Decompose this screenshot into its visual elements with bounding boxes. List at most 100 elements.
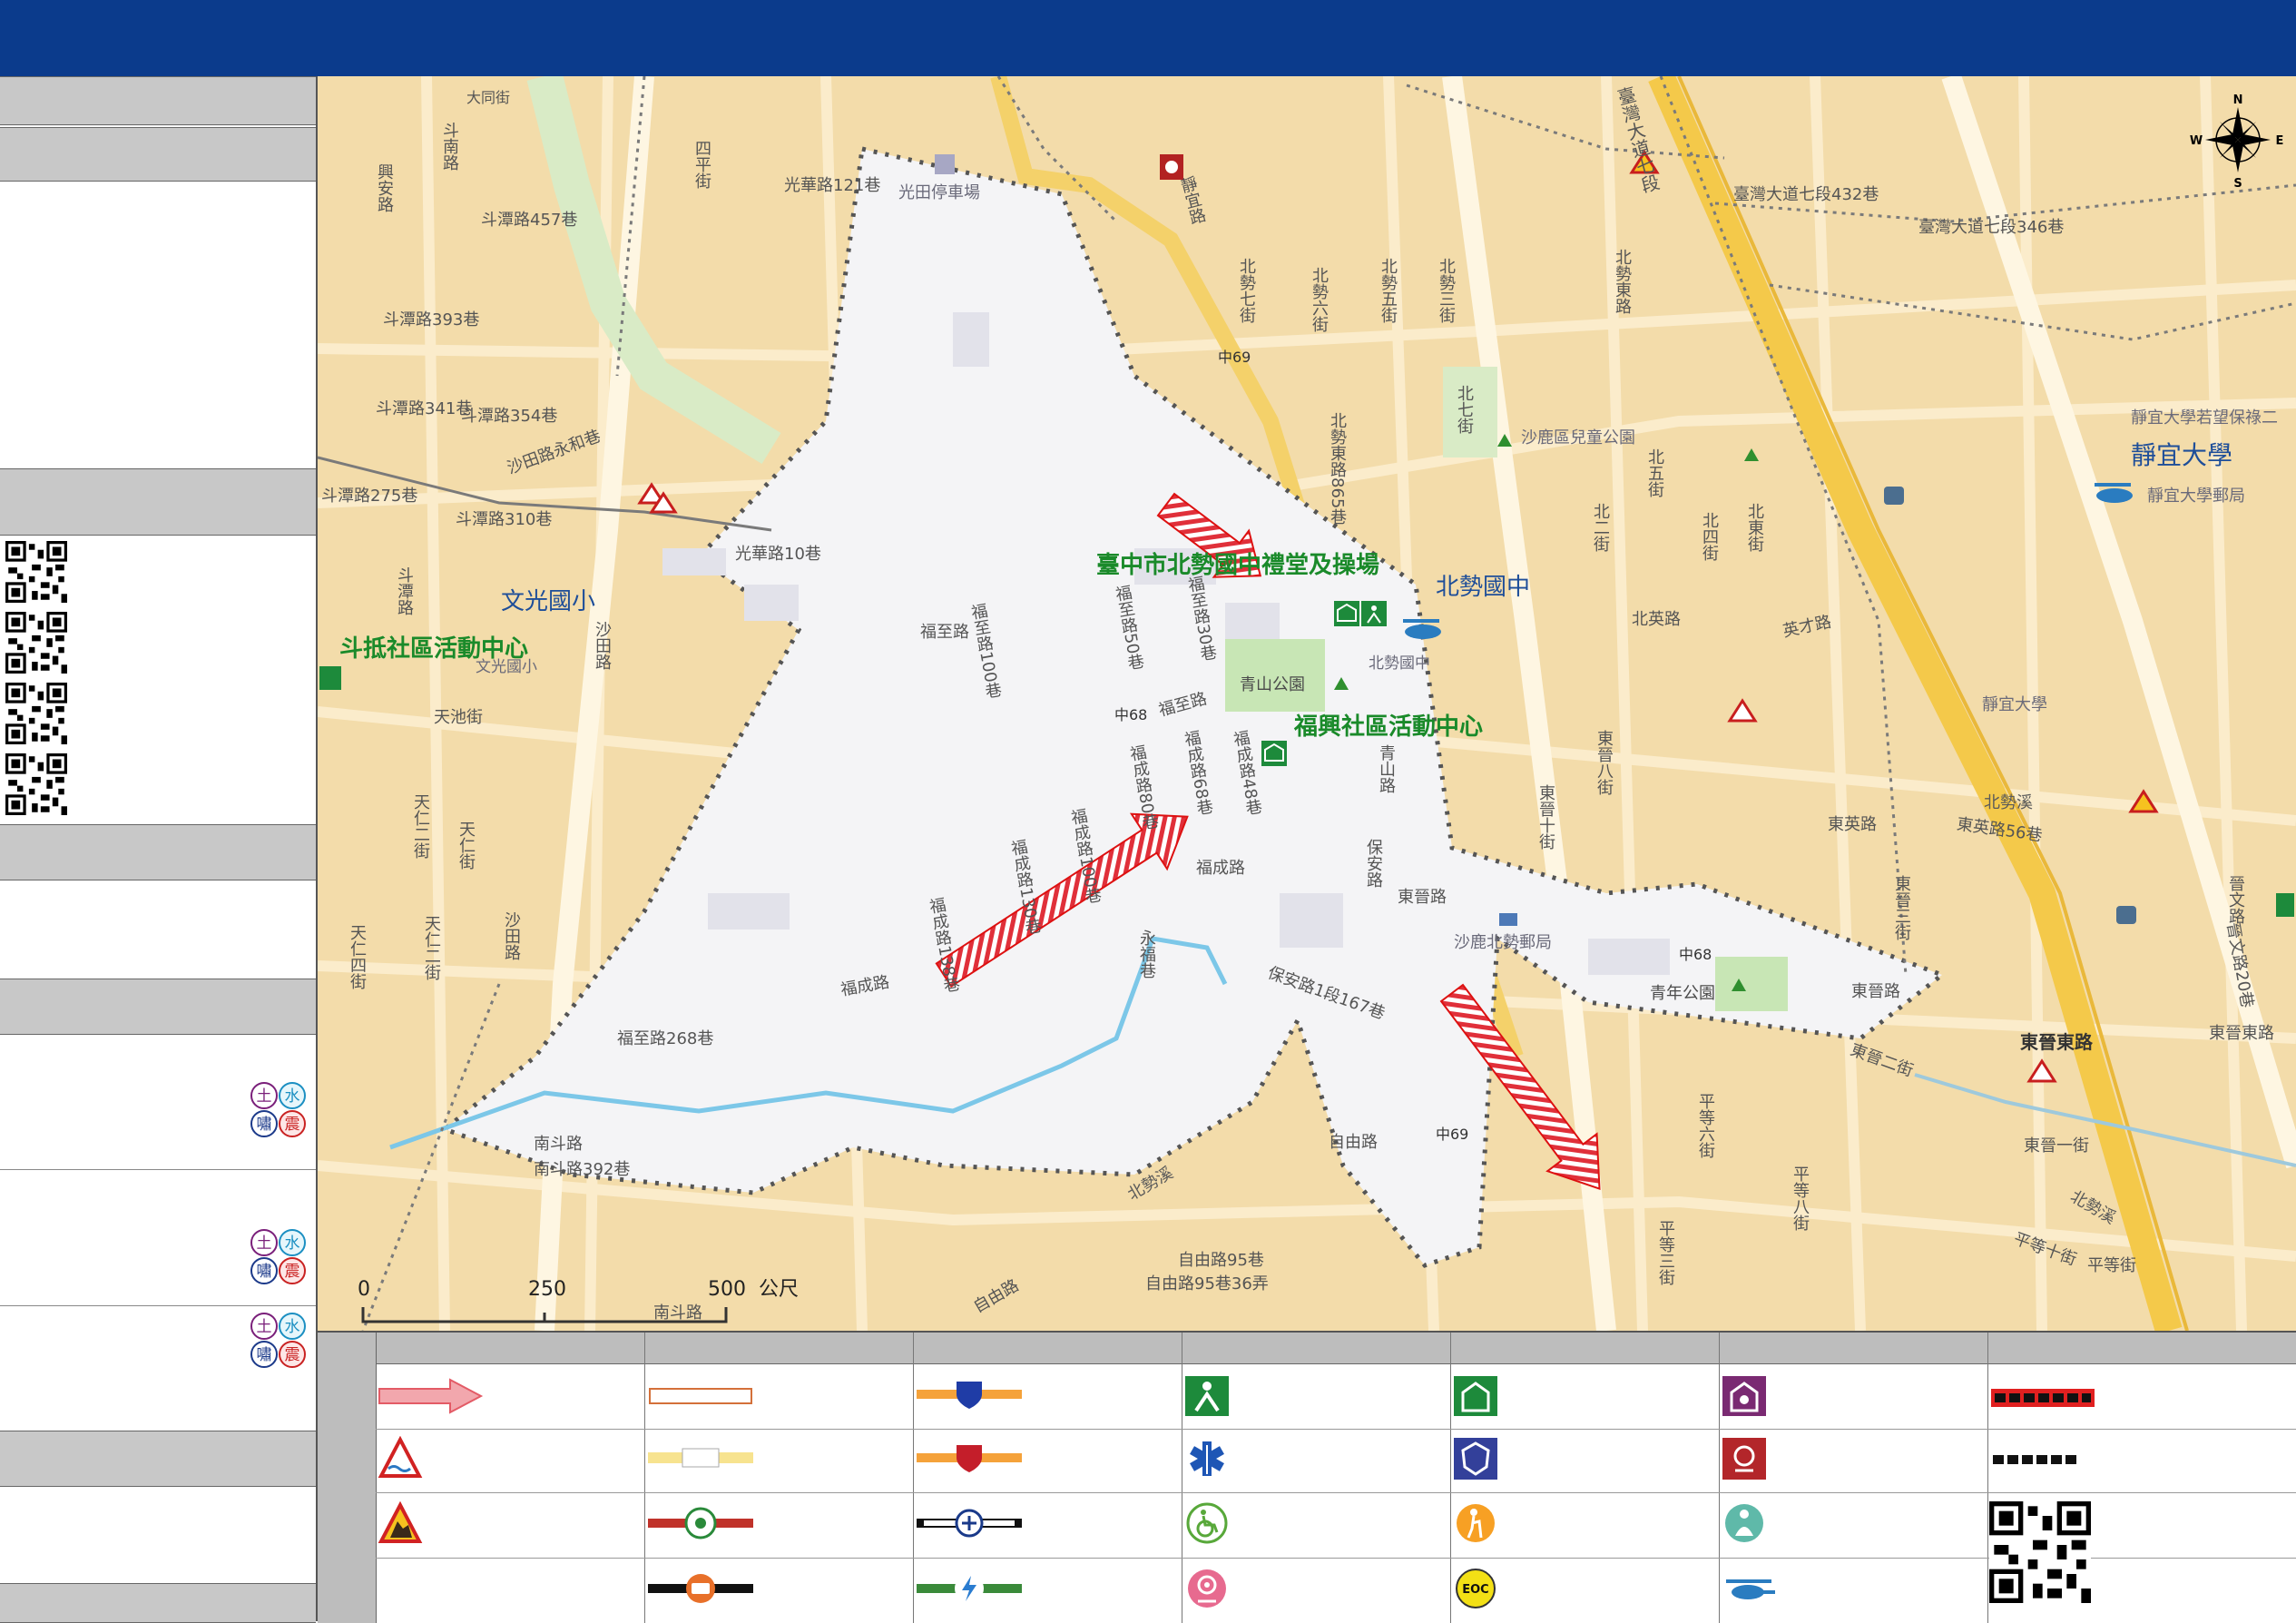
- university-small-label: 靜宜大學: [1982, 695, 2047, 714]
- road-label: 沙田路: [502, 911, 521, 960]
- park-qingnian-label: 青年公園: [1650, 984, 1715, 1003]
- road-label: 中68: [1679, 946, 1712, 963]
- sidebar-section-header: [0, 1431, 316, 1487]
- police-badge-icon: [1454, 1438, 1497, 1480]
- road-label: 東晉一街: [2024, 1136, 2089, 1156]
- hazard-badge-b: 水: [285, 1318, 300, 1336]
- legend-row-divider: [376, 1429, 2296, 1430]
- road-label: 北勢三街: [1437, 258, 1456, 323]
- road-label: 斗潭路457巷: [481, 211, 578, 230]
- hazard-badge-d: 震: [285, 1346, 300, 1364]
- route-badge: [1884, 487, 1904, 505]
- hazard-badge-b: 水: [285, 1087, 300, 1106]
- road-label: 平等街: [2087, 1256, 2136, 1275]
- sidebar-divider: [0, 1305, 316, 1306]
- hazard-badge-b: 水: [285, 1234, 300, 1253]
- eoc-text: EOC: [1462, 1583, 1488, 1597]
- shelter-building-icon: [1454, 1376, 1497, 1416]
- stream-beishi2-label: 北勢溪: [1984, 793, 2033, 812]
- legend-row-divider: [376, 1492, 2296, 1493]
- road-label: 平等三街: [1656, 1220, 1675, 1285]
- sidebar-section-header: [0, 979, 316, 1035]
- sidebar-section-header: [0, 1583, 316, 1623]
- road-label: 福至路: [920, 623, 969, 642]
- hazard-badge-c: 嘯: [257, 1346, 272, 1364]
- road-label: 中69: [1436, 1126, 1469, 1143]
- road-label: 南斗路392巷: [534, 1160, 631, 1179]
- road-label: 東晉三街: [1892, 875, 1911, 940]
- road-label: 平等六街: [1696, 1093, 1715, 1158]
- road-label: 四平街: [692, 140, 711, 189]
- legend-divider: [1719, 1333, 1720, 1623]
- legend-divider: [1450, 1333, 1451, 1623]
- evacuation-map[interactable]: N S E W 0 250 500 公尺 臺中市北勢國中禮堂及操場 北勢國中 北…: [318, 76, 2296, 1331]
- road-label: 斗潭路354巷: [461, 407, 558, 426]
- road-label: 東晉路: [1851, 982, 1900, 1001]
- road-label: 北二街: [1591, 503, 1610, 552]
- road-label: 中68: [1114, 706, 1148, 723]
- road-label: 斗潭路275巷: [321, 487, 418, 506]
- evacuation-person-icon: [1361, 601, 1387, 626]
- road-label: 天仁街: [456, 821, 476, 870]
- police-red-icon: [1160, 154, 1183, 180]
- road-label: 沙田路: [593, 621, 612, 670]
- route-badge: [2116, 906, 2136, 924]
- map-legend: EOC: [318, 1331, 2296, 1623]
- info-sidebar: 土 水 嘯 震 土 水 嘯 震 土 水 嘯 震: [0, 76, 318, 1623]
- flower-road-icon: [648, 1507, 753, 1539]
- road-label: 天仁四街: [348, 924, 367, 989]
- road-label: 北勢東路865巷: [1328, 412, 1347, 526]
- road-label: 自由路95巷36弄: [1145, 1274, 1269, 1293]
- road-label: 晉文路: [2226, 875, 2245, 924]
- power-road-icon: [917, 1574, 1022, 1603]
- road-label: 斗潭路393巷: [383, 310, 480, 330]
- school-wenguang-label: 文光國小: [501, 588, 596, 615]
- red-dashed-line-icon: [1991, 1389, 2095, 1407]
- compass-w: W: [2190, 134, 2203, 148]
- post-office-icon: [1499, 913, 1517, 926]
- road-label: 光華路10巷: [735, 545, 821, 564]
- compass-n: N: [2233, 93, 2243, 107]
- road-label: 中69: [1218, 349, 1251, 366]
- legend-divider: [1987, 1333, 1988, 1623]
- road-label: 東晉東路: [2020, 1031, 2093, 1053]
- community-fuxing-label: 福興社區活動中心: [1294, 713, 1484, 741]
- evacuation-person-icon: [1185, 1376, 1229, 1416]
- hazard-badge-d: 震: [285, 1263, 300, 1281]
- road-label: 自由路95巷: [1178, 1251, 1264, 1270]
- road-label: 北勢七街: [1237, 258, 1256, 323]
- road-label: 光華路121巷: [784, 176, 881, 195]
- flood-warning-icon: [378, 1436, 423, 1478]
- road-label: 天池街: [434, 708, 483, 727]
- scale-tick-250: 250: [528, 1278, 566, 1301]
- family-care-icon: [1188, 1569, 1226, 1608]
- legend-side-header: [318, 1333, 377, 1623]
- hazard-badge-a: 土: [257, 1234, 272, 1253]
- road-label: 北勢五街: [1379, 258, 1398, 323]
- helicopter-icon: [1726, 1579, 1775, 1599]
- sidebar-divider: [0, 1169, 316, 1170]
- post-jingyi-alt-label: 靜宜大學若望保祿二: [2131, 408, 2278, 428]
- road-label: 東英路: [1828, 815, 1877, 834]
- hazard-badge-icon: 土 水 嘯 震: [250, 1229, 306, 1284]
- hazard-badge-a: 土: [257, 1087, 272, 1106]
- university-label: 靜宜大學: [2131, 440, 2233, 470]
- road-label: 保安路: [1364, 839, 1383, 888]
- qr-code-icon: [5, 683, 67, 744]
- shelter-icon: [2276, 893, 2294, 917]
- school-beishi-small-label: 北勢國中: [1369, 654, 1430, 673]
- title-bar: [0, 0, 2296, 78]
- medical-star-icon: [1190, 1441, 1224, 1476]
- shelter-icon: [319, 666, 341, 690]
- facility-hall-label: 臺中市北勢國中禮堂及操場: [1096, 552, 1380, 579]
- parking-icon: [935, 154, 955, 174]
- park-children-label: 沙鹿區兒童公園: [1521, 428, 1635, 448]
- hazard-badge-c: 嘯: [257, 1116, 272, 1134]
- landslide-warning-icon: [378, 1501, 423, 1543]
- road-label: 臺灣大道七段432巷: [1733, 185, 1879, 204]
- shelter-purple-icon: [1722, 1376, 1766, 1416]
- road-label: 北七街: [1455, 385, 1474, 434]
- helicopter-icon: [1403, 619, 1441, 639]
- helicopter-icon: [2095, 483, 2133, 503]
- qr-code-icon: [1989, 1501, 2091, 1603]
